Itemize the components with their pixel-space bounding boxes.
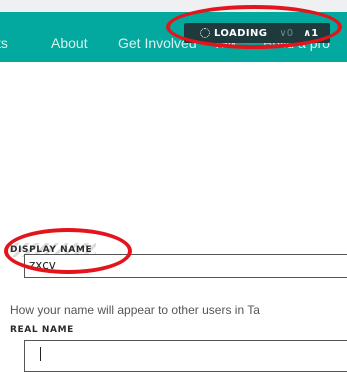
site-navbar: ts About Get Involved Talk Build a pro L… bbox=[0, 12, 347, 62]
nav-item-about[interactable]: About bbox=[51, 35, 88, 51]
display-name-input[interactable]: zxcv bbox=[24, 254, 347, 278]
nav-item-projects[interactable]: ts bbox=[0, 35, 8, 51]
display-name-help: How your name will appear to other users… bbox=[10, 303, 260, 317]
down-count: ∨0 bbox=[279, 27, 294, 39]
real-name-input[interactable] bbox=[24, 340, 347, 372]
loading-status-bar: LOADING ∨0 ∧1 bbox=[184, 23, 330, 43]
real-name-label: REAL NAME bbox=[10, 325, 74, 335]
text-caret bbox=[40, 347, 41, 361]
up-count: ∧1 bbox=[303, 27, 319, 39]
loading-label: LOADING bbox=[214, 27, 268, 39]
spinner-icon bbox=[200, 28, 210, 38]
top-strip bbox=[0, 0, 347, 12]
